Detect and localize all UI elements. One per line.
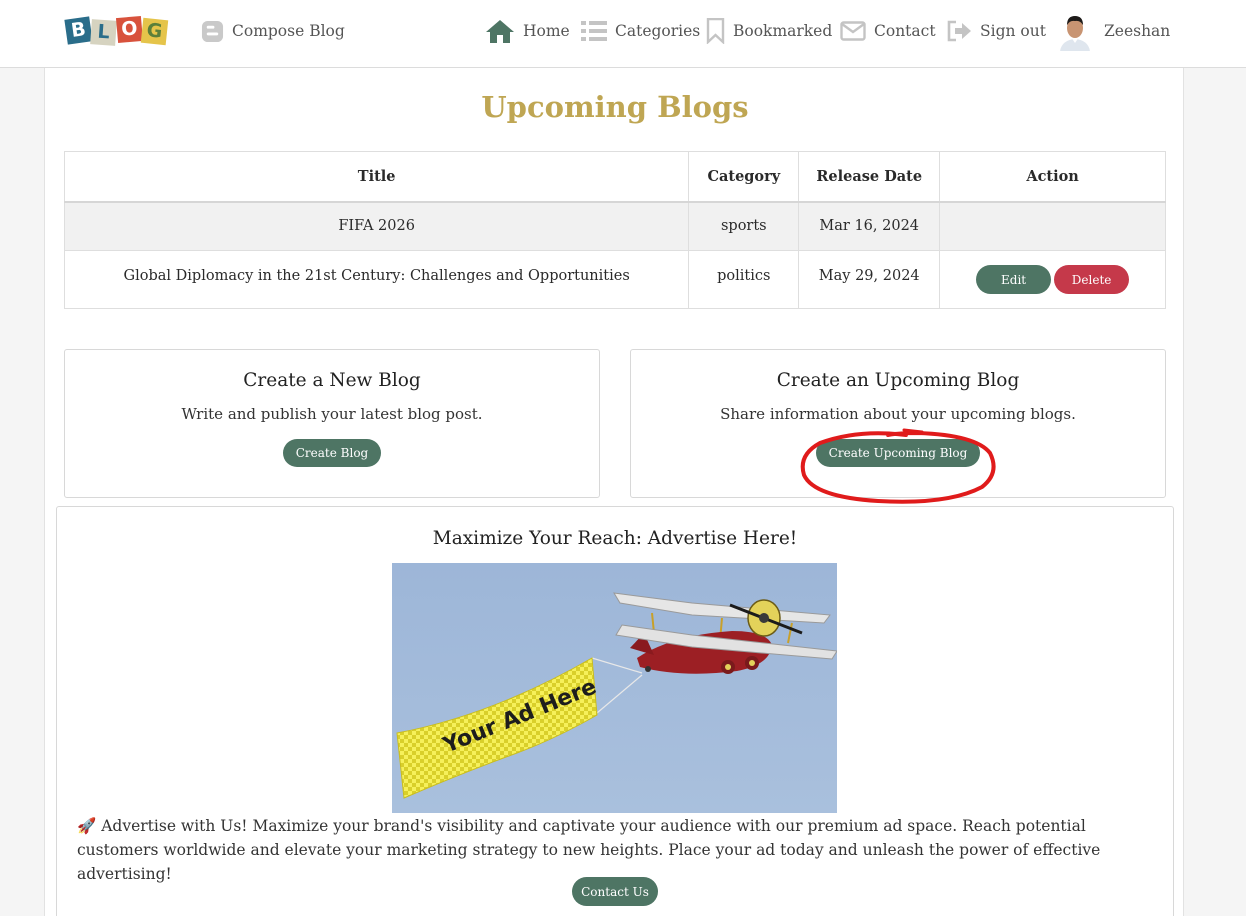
list-icon: [581, 20, 607, 42]
nav-compose-label: Compose Blog: [232, 22, 345, 40]
cell-release-date: Mar 16, 2024: [798, 201, 941, 251]
blogger-icon: [201, 20, 224, 43]
nav-categories[interactable]: Categories: [581, 0, 700, 62]
column-header-release-date: Release Date: [798, 151, 941, 203]
nav-sign-out-label: Sign out: [980, 22, 1046, 40]
envelope-icon: [840, 21, 866, 41]
nav-contact[interactable]: Contact: [840, 0, 936, 62]
create-upcoming-blog-button[interactable]: Create Upcoming Blog: [815, 439, 981, 467]
page-title: Upcoming Blogs: [481, 90, 749, 124]
logo-letter-o: O: [115, 15, 144, 44]
avatar: [1058, 11, 1092, 51]
nav-user-name: Zeeshan: [1104, 22, 1171, 40]
cell-action: Edit Delete: [939, 250, 1166, 309]
upcoming-blogs-table: Title Category Release Date Action FIFA …: [63, 151, 1166, 309]
delete-button[interactable]: Delete: [1054, 265, 1130, 294]
blog-logo[interactable]: B L O G: [64, 12, 170, 48]
column-header-category: Category: [688, 151, 800, 203]
cell-release-date: May 29, 2024: [798, 250, 941, 309]
top-navbar: B L O G Compose Blog Home Categories Boo…: [0, 0, 1246, 68]
main-content: Upcoming Blogs Title Category Release Da…: [44, 68, 1184, 916]
ad-banner-image: Your Ad Here: [392, 563, 838, 813]
logo-letter-l: L: [90, 19, 117, 46]
create-blog-button[interactable]: Create Blog: [282, 439, 382, 467]
nav-bookmarked[interactable]: Bookmarked: [706, 0, 832, 62]
nav-home-label: Home: [523, 22, 570, 40]
column-header-title: Title: [63, 151, 690, 203]
home-icon: [485, 18, 515, 44]
card-description: Share information about your upcoming bl…: [720, 405, 1076, 423]
cell-category: politics: [688, 250, 800, 309]
nav-home[interactable]: Home: [485, 0, 570, 62]
cell-title: FIFA 2026: [63, 201, 690, 251]
card-title: Create an Upcoming Blog: [776, 370, 1020, 391]
edit-button[interactable]: Edit: [976, 265, 1052, 294]
ad-description: 🚀 Advertise with Us! Maximize your brand…: [77, 817, 1101, 883]
sign-out-icon: [946, 20, 972, 42]
column-header-action: Action: [939, 151, 1166, 203]
create-upcoming-blog-card: Create an Upcoming Blog Share informatio…: [630, 349, 1166, 498]
bookmark-icon: [706, 18, 725, 44]
nav-user-profile[interactable]: Zeeshan: [1058, 0, 1170, 62]
logo-letter-g: G: [140, 17, 169, 46]
nav-sign-out[interactable]: Sign out: [946, 0, 1046, 62]
contact-us-button[interactable]: Contact Us: [572, 877, 658, 906]
create-new-blog-card: Create a New Blog Write and publish your…: [64, 349, 600, 498]
nav-bookmarked-label: Bookmarked: [733, 22, 833, 40]
nav-categories-label: Categories: [615, 22, 701, 40]
ad-heading: Maximize Your Reach: Advertise Here!: [432, 528, 798, 549]
advertisement-section: Maximize Your Reach: Advertise Here! You…: [56, 506, 1174, 916]
logo-letter-b: B: [64, 16, 93, 45]
cell-action: [939, 201, 1166, 251]
cell-category: sports: [688, 201, 800, 251]
card-title: Create a New Blog: [243, 370, 421, 391]
table-row: Global Diplomacy in the 21st Century: Ch…: [63, 250, 1166, 309]
table-row: FIFA 2026 sports Mar 16, 2024: [63, 201, 1166, 251]
nav-contact-label: Contact: [874, 22, 936, 40]
table-header-row: Title Category Release Date Action: [63, 151, 1166, 203]
card-description: Write and publish your latest blog post.: [181, 405, 483, 423]
cell-title: Global Diplomacy in the 21st Century: Ch…: [63, 250, 690, 309]
nav-compose-blog[interactable]: Compose Blog: [201, 0, 345, 62]
